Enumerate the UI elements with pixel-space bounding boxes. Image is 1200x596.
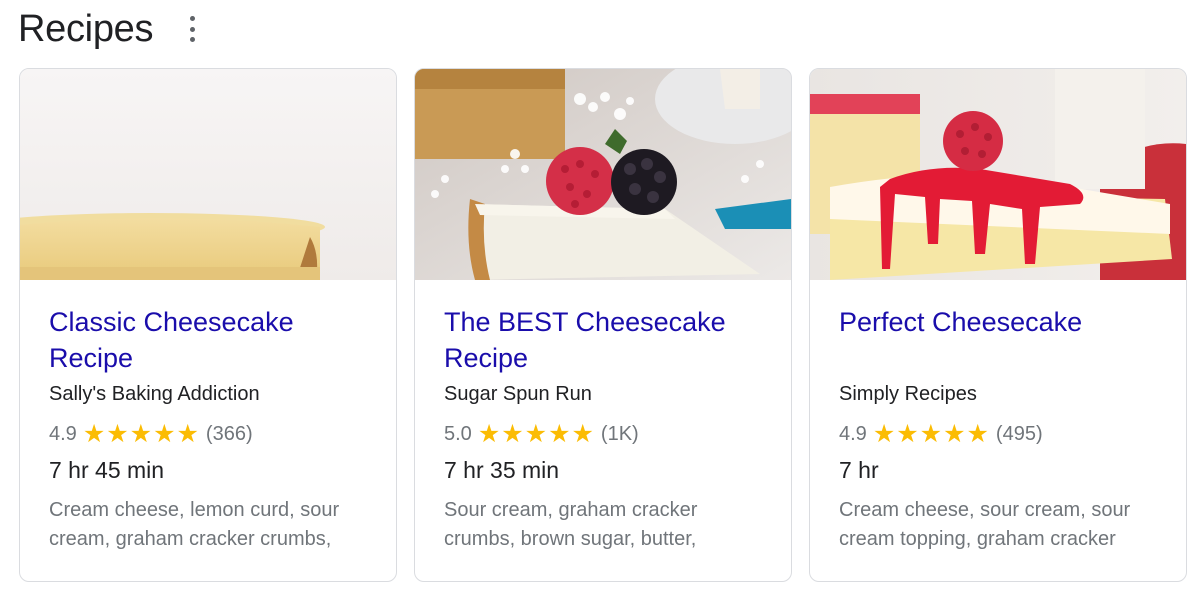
recipe-title-link[interactable]: Classic Cheesecake Recipe xyxy=(49,304,368,376)
star-icon: ★ xyxy=(966,419,989,448)
star-icon: ★ xyxy=(82,419,106,448)
review-count: (366) xyxy=(205,422,253,445)
recipe-card[interactable]: Classic Cheesecake Recipe Sally's Baking… xyxy=(19,68,397,582)
more-vert-icon[interactable] xyxy=(187,16,197,42)
recipe-title-link[interactable]: Perfect Cheesecake xyxy=(839,304,1158,376)
rating-value: 5.0 xyxy=(444,422,472,445)
section-title: Recipes xyxy=(18,7,154,50)
recipe-thumbnail[interactable] xyxy=(20,69,396,280)
star-icon: ★ xyxy=(501,419,524,448)
star-icon: ★ xyxy=(872,419,896,448)
star-icon: ★ xyxy=(176,419,199,448)
recipe-source: Simply Recipes xyxy=(839,383,977,405)
star-icon: ★ xyxy=(129,419,153,448)
star-icon: ★ xyxy=(477,419,501,448)
star-rating: ★ ★ ★ ★ ★ xyxy=(872,419,990,448)
review-count: (1K) xyxy=(600,422,639,445)
ingredients-text: Cream cheese, sour cream, sour cream top… xyxy=(839,499,1131,550)
star-icon: ★ xyxy=(153,419,176,448)
recipe-card[interactable]: Perfect Cheesecake Simply Recipes 4.9 ★ ★… xyxy=(809,68,1187,582)
recipe-card[interactable]: The BEST Cheesecake Recipe Sugar Spun Ru… xyxy=(414,68,792,582)
rating-row: 4.9 ★ ★ ★ ★ ★ (495) xyxy=(839,419,1158,449)
rating-value: 4.9 xyxy=(49,422,77,445)
rating-value: 4.9 xyxy=(839,422,867,445)
star-icon: ★ xyxy=(106,419,129,448)
recipe-source: Sally's Baking Addiction xyxy=(49,383,260,405)
recipe-thumbnail[interactable] xyxy=(810,69,1186,280)
star-icon: ★ xyxy=(571,419,594,448)
cook-time: 7 hr xyxy=(839,457,879,483)
review-count: (495) xyxy=(995,422,1043,445)
star-icon: ★ xyxy=(548,419,571,448)
rating-row: 4.9 ★ ★ ★ ★ ★ (366) xyxy=(49,419,368,449)
star-icon: ★ xyxy=(524,419,548,448)
cook-time: 7 hr 35 min xyxy=(444,457,560,483)
recipe-thumbnail[interactable] xyxy=(415,69,791,280)
recipe-source: Sugar Spun Run xyxy=(444,383,592,405)
section-header: Recipes xyxy=(18,4,197,54)
star-rating: ★ ★ ★ ★ ★ xyxy=(477,419,595,448)
rating-row: 5.0 ★ ★ ★ ★ ★ (1K) xyxy=(444,419,763,449)
recipe-carousel: Classic Cheesecake Recipe Sally's Baking… xyxy=(19,68,1187,582)
star-rating: ★ ★ ★ ★ ★ xyxy=(82,419,200,448)
ingredients-text: Cream cheese, lemon curd, sour cream, gr… xyxy=(49,499,340,550)
ingredients-text: Sour cream, graham cracker crumbs, brown… xyxy=(444,499,698,550)
star-icon: ★ xyxy=(943,419,966,448)
star-icon: ★ xyxy=(896,419,919,448)
cook-time: 7 hr 45 min xyxy=(49,457,165,483)
star-icon: ★ xyxy=(919,419,943,448)
recipe-title-link[interactable]: The BEST Cheesecake Recipe xyxy=(444,304,763,376)
